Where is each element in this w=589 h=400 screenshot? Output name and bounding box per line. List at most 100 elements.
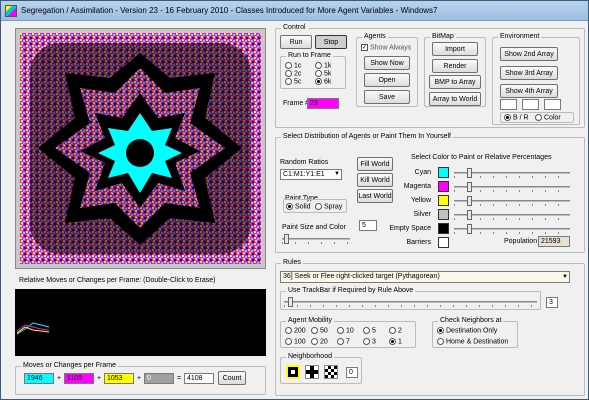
show-4th-array-button[interactable]: Show 4th Array	[500, 84, 558, 98]
show-always-checkbox[interactable]: ✓ Show Always	[361, 44, 411, 51]
color-swatch[interactable]	[438, 167, 449, 178]
array-to-world-button[interactable]: Array to World	[429, 92, 481, 106]
mobility-option-label: 2	[398, 327, 402, 335]
mobility-radio-7[interactable]: 7	[337, 338, 350, 345]
mobility-radio-5[interactable]: 5	[363, 327, 376, 334]
neighborhood-von-neumann-icon[interactable]	[305, 365, 319, 379]
radio-icon	[311, 327, 318, 334]
agents-group-label: Agents	[362, 33, 388, 40]
trackbar-value[interactable]: 3	[546, 297, 558, 308]
env-field-1[interactable]	[500, 99, 517, 110]
chevron-down-icon: ▼	[334, 171, 340, 177]
magenta-moves: 1109	[64, 373, 94, 384]
world-canvas[interactable]	[20, 33, 261, 264]
bmp-to-array-button[interactable]: BMP to Array	[429, 75, 481, 89]
color-percentage-slider[interactable]	[454, 196, 570, 206]
color-swatch[interactable]	[438, 195, 449, 206]
radio-icon	[389, 338, 396, 345]
paint-size-slider[interactable]	[282, 234, 350, 244]
color-percentage-slider[interactable]	[454, 210, 570, 220]
color-percentage-slider[interactable]	[454, 168, 570, 178]
option-label: 5k	[324, 70, 332, 78]
neighborhood-moore-icon[interactable]	[324, 365, 338, 379]
show-3rd-array-button[interactable]: Show 3rd Array	[500, 66, 558, 80]
mobility-option-label: 50	[320, 327, 328, 335]
show-2nd-array-button[interactable]: Show 2nd Array	[500, 47, 558, 61]
mobility-radio-2[interactable]: 2	[389, 327, 402, 334]
home-destination-radio[interactable]: Home & Destination	[437, 338, 508, 345]
color-swatch[interactable]	[438, 223, 449, 234]
env-field-2[interactable]	[522, 99, 539, 110]
frame-option-6k[interactable]: 6k	[315, 78, 331, 85]
option-label: 2c	[294, 70, 302, 78]
radio-icon	[315, 70, 322, 77]
radio-icon	[315, 203, 322, 210]
slider-thumb	[467, 210, 472, 220]
open-button[interactable]: Open	[364, 73, 410, 87]
mobility-option-label: 10	[346, 327, 354, 335]
world-frame	[15, 28, 266, 269]
stop-button[interactable]: Stop	[315, 35, 347, 49]
environment-group-label: Environment	[498, 33, 542, 40]
mobility-radio-3[interactable]: 3	[363, 338, 376, 345]
spray-radio[interactable]: Spray	[315, 203, 342, 210]
random-ratios-select[interactable]: C1:M1:Y1:E1 ▼	[280, 169, 342, 180]
frame-option-5k[interactable]: 5k	[315, 70, 331, 77]
last-world-button[interactable]: Last World	[357, 189, 393, 203]
plus-sign: +	[57, 375, 62, 382]
mobility-radio-50[interactable]: 50	[311, 327, 328, 334]
destination-only-radio[interactable]: Destination Only	[437, 327, 497, 334]
color-swatch[interactable]	[438, 237, 449, 248]
option-label: 6k	[324, 78, 332, 86]
neighborhood-single-icon[interactable]	[286, 365, 300, 379]
color-radio[interactable]: Color	[535, 114, 561, 121]
radio-icon	[504, 114, 511, 121]
mobility-radio-200[interactable]: 200	[285, 327, 306, 334]
save-button[interactable]: Save	[364, 90, 410, 104]
solid-radio[interactable]: Solid	[286, 203, 311, 210]
mobility-radio-10[interactable]: 10	[337, 327, 354, 334]
frame-option-5c[interactable]: 5c	[285, 78, 301, 85]
color-label: Empty Space	[389, 225, 431, 232]
env-field-3[interactable]	[544, 99, 561, 110]
radio-icon	[337, 327, 344, 334]
kill-world-button[interactable]: Kill World	[357, 173, 393, 187]
rule-value: 36] Seek or Flee right-clicked target (P…	[283, 273, 440, 280]
frame-option-1k[interactable]: 1k	[315, 62, 331, 69]
paint-size-input[interactable]: 5	[359, 220, 377, 231]
import-button[interactable]: Import	[432, 42, 478, 56]
neighborhood-value[interactable]: 0	[346, 367, 358, 378]
mobility-radio-1[interactable]: 1	[389, 338, 402, 345]
render-button[interactable]: Render	[432, 59, 478, 73]
title-bar: Segregation / Assimilation - Version 23 …	[1, 1, 588, 21]
color-percentage-slider[interactable]	[454, 182, 570, 192]
show-now-button[interactable]: Show Now	[364, 56, 410, 70]
radio-icon	[285, 338, 292, 345]
color-percentage-slider[interactable]	[454, 224, 570, 234]
mobility-option-label: 1	[398, 338, 402, 346]
color-swatch[interactable]	[438, 209, 449, 220]
destination-only-label: Destination Only	[446, 327, 498, 335]
radio-icon	[437, 327, 444, 334]
run-button[interactable]: Run	[280, 35, 312, 49]
count-button[interactable]: Count	[218, 371, 246, 385]
radio-icon	[363, 327, 370, 334]
frame-label: Frame #	[283, 100, 310, 107]
mobility-radio-100[interactable]: 100	[285, 338, 306, 345]
mobility-option-label: 7	[346, 338, 350, 346]
radio-icon	[311, 338, 318, 345]
slider-thumb	[288, 297, 293, 307]
mobility-radio-20[interactable]: 20	[311, 338, 328, 345]
frame-option-2c[interactable]: 2c	[285, 70, 301, 77]
fill-world-button[interactable]: Fill World	[357, 157, 393, 171]
rule-select[interactable]: 36] Seek or Flee right-clicked target (P…	[280, 271, 570, 283]
bw-radio[interactable]: B / R	[504, 114, 529, 121]
moves-graph[interactable]	[15, 289, 266, 356]
neighborhood-label: Neighborhood	[286, 353, 334, 360]
color-swatch[interactable]	[438, 181, 449, 192]
cyan-moves: 1946	[24, 373, 54, 384]
rule-trackbar[interactable]	[284, 297, 537, 307]
slider-thumb	[467, 196, 472, 206]
frame-option-1c[interactable]: 1c	[285, 62, 301, 69]
color-label: Color	[544, 114, 561, 122]
